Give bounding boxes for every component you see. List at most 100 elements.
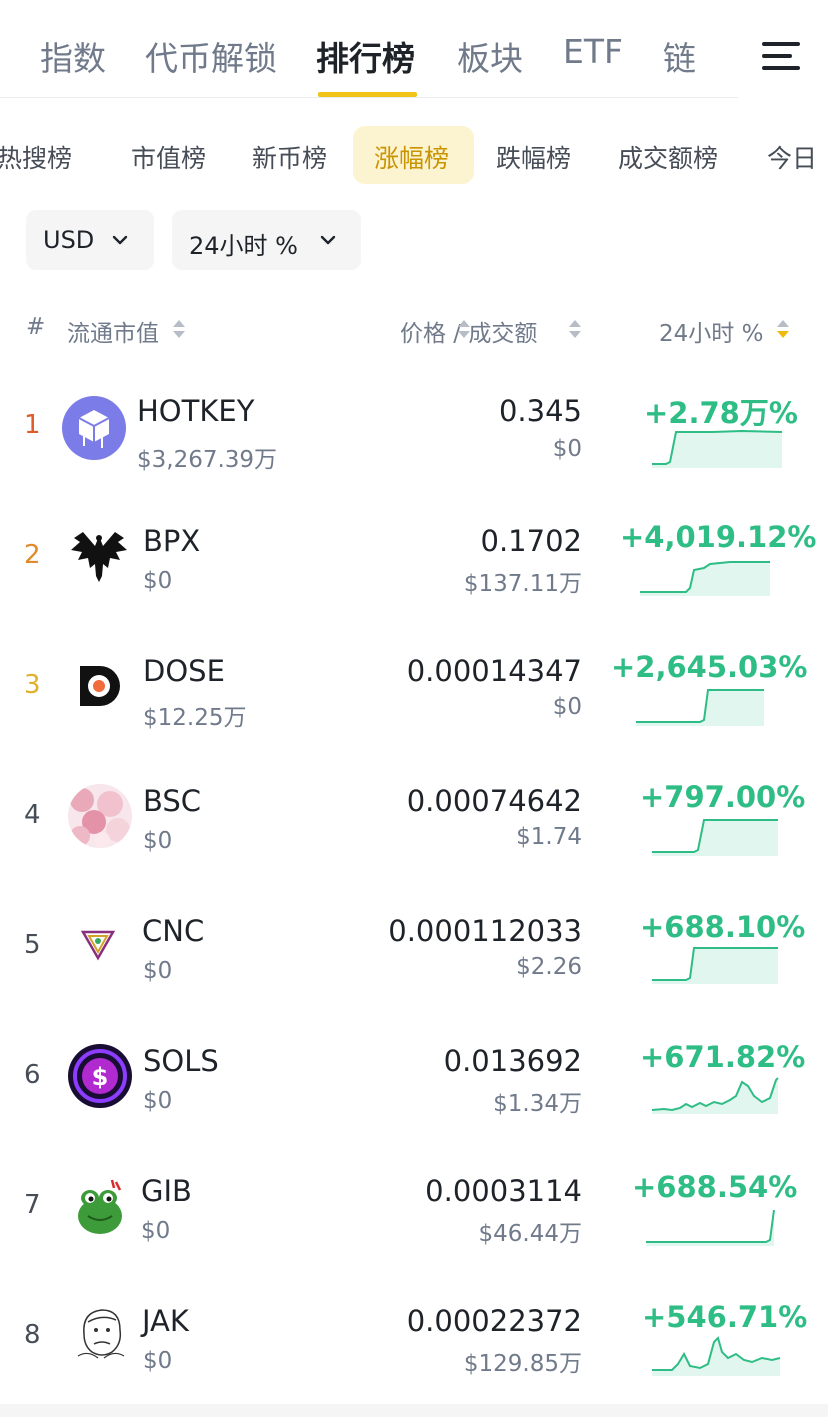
price: 0.013692 <box>443 1044 582 1078</box>
period-select[interactable]: 24小时 % <box>172 210 361 270</box>
sort-icon-active[interactable] <box>777 320 789 340</box>
table-row[interactable]: 8 JAK $0 0.00022372 $129.85万 +546.71% <box>0 1274 828 1404</box>
coin-symbol: BPX <box>143 524 201 558</box>
volume: $0 <box>552 436 582 462</box>
price: 0.00022372 <box>406 1304 582 1338</box>
volume: $129.85万 <box>463 1351 582 1377</box>
cnc-logo-icon <box>80 930 116 961</box>
subtab-gainers[interactable]: 涨幅榜 <box>374 139 449 175</box>
market-cap: $0 <box>143 1348 173 1374</box>
market-cap: $0 <box>143 828 173 854</box>
price: 0.00014347 <box>406 654 582 688</box>
volume: $2.26 <box>516 954 582 980</box>
sparkline-chart <box>636 689 764 726</box>
change-percent: +797.00% <box>640 780 806 814</box>
subtab-market-cap[interactable]: 市值榜 <box>131 139 206 175</box>
price: 0.0003114 <box>425 1174 582 1208</box>
sparkline-chart <box>652 1336 781 1376</box>
dose-logo-icon <box>80 666 120 706</box>
rank-number: 6 <box>24 1060 41 1090</box>
coin-symbol: DOSE <box>143 654 225 688</box>
price: 0.000112033 <box>388 914 582 948</box>
sols-logo-icon: $ <box>68 1044 132 1108</box>
menu-icon[interactable] <box>762 42 800 70</box>
coin-symbol: HOTKEY <box>137 394 255 428</box>
sparkline-chart <box>652 819 778 856</box>
tab-etf[interactable]: ETF <box>563 32 623 71</box>
subtab-losers[interactable]: 跌幅榜 <box>496 139 571 175</box>
table-row[interactable]: 7 GIB $0 0.0003114 $46.44万 +688.54% <box>0 1144 828 1274</box>
sort-icon[interactable] <box>458 320 470 340</box>
table-row[interactable]: 4 BSC $0 0.00074642 $1.74 +797.00% <box>0 754 828 884</box>
active-tab-indicator <box>318 92 417 97</box>
subtab-new-coins[interactable]: 新币榜 <box>252 139 327 175</box>
tab-sectors[interactable]: 板块 <box>457 32 523 80</box>
volume: $137.11万 <box>463 571 582 597</box>
table-row[interactable]: 1 HOTKEY $3,267.39万 0.345 $0 +2.78万% <box>0 364 828 494</box>
rank-number: 2 <box>24 540 41 570</box>
chevron-down-icon <box>320 235 336 245</box>
jak-face-logo-icon <box>77 1309 125 1359</box>
volume: $1.74 <box>516 824 582 850</box>
market-cap: $3,267.39万 <box>137 447 278 473</box>
tab-token-unlock[interactable]: 代币解锁 <box>145 32 277 80</box>
sparkline-chart <box>640 561 770 596</box>
tab-rankings[interactable]: 排行榜 <box>316 32 415 80</box>
bsc-logo-icon <box>68 784 132 848</box>
hotkey-logo-icon <box>62 396 126 460</box>
table-row[interactable]: 5 CNC $0 0.000112033 $2.26 +688.10% <box>0 884 828 1014</box>
svg-text:$: $ <box>92 1063 109 1091</box>
sparkline-chart <box>652 947 778 984</box>
gib-frog-logo-icon <box>78 1179 122 1234</box>
rank-number: 7 <box>24 1190 41 1220</box>
table-row[interactable]: 3 DOSE $12.25万 0.00014347 $0 +2,645.03% <box>0 624 828 754</box>
subtab-today[interactable]: 今日 <box>767 139 817 175</box>
market-cap: $0 <box>143 958 173 984</box>
subtab-volume[interactable]: 成交额榜 <box>618 139 718 175</box>
change-percent: +4,019.12% <box>620 520 817 554</box>
table-row[interactable]: 2 BPX $0 0.1702 $137.11万 +4,019.12% <box>0 494 828 624</box>
volume: $0 <box>552 694 582 720</box>
change-percent: +688.54% <box>632 1170 798 1204</box>
period-value: 24小时 % <box>189 232 298 260</box>
change-percent: +671.82% <box>640 1040 806 1074</box>
subtab-hot-search[interactable]: 热搜榜 <box>0 139 72 175</box>
sparkline-chart <box>651 1077 779 1114</box>
rank-number: 4 <box>24 800 41 830</box>
rank-number: 1 <box>24 410 41 440</box>
price: 0.1702 <box>480 524 582 558</box>
coin-symbol: BSC <box>143 784 202 818</box>
sort-icon[interactable] <box>569 320 581 340</box>
market-cap: $0 <box>141 1218 171 1244</box>
currency-select[interactable]: USD <box>26 210 154 270</box>
header-rank: # <box>26 314 46 340</box>
coin-symbol: SOLS <box>143 1044 219 1078</box>
rank-number: 5 <box>24 930 41 960</box>
volume: $1.34万 <box>493 1091 582 1117</box>
rank-number: 3 <box>24 670 41 700</box>
tab-index[interactable]: 指数 <box>40 32 106 80</box>
bpx-phoenix-logo-icon <box>71 532 127 582</box>
price: 0.00074642 <box>406 784 582 818</box>
header-24h-change[interactable]: 24小时 % <box>659 314 763 348</box>
sparkline-chart <box>646 1209 775 1246</box>
tab-chain[interactable]: 链 <box>663 32 696 80</box>
currency-value: USD <box>43 226 95 254</box>
change-percent: +2,645.03% <box>611 650 808 684</box>
price: 0.345 <box>498 394 582 428</box>
sort-icon[interactable] <box>173 320 185 340</box>
market-cap: $0 <box>143 568 173 594</box>
change-percent: +688.10% <box>640 910 806 944</box>
top-nav: 指数 代币解锁 排行榜 板块 ETF 链 <box>0 0 738 98</box>
volume: $46.44万 <box>478 1221 582 1247</box>
sparkline-chart <box>652 429 783 468</box>
table-row[interactable]: 6 $ SOLS $0 0.013692 $1.34万 +671.82% <box>0 1014 828 1144</box>
coin-symbol: GIB <box>141 1174 192 1208</box>
change-percent: +546.71% <box>642 1300 808 1334</box>
rank-number: 8 <box>24 1320 41 1350</box>
coin-symbol: JAK <box>142 1304 189 1338</box>
coin-symbol: CNC <box>142 914 205 948</box>
bottom-divider <box>0 1404 828 1417</box>
header-market-cap[interactable]: 流通市值 <box>67 314 159 348</box>
market-cap: $0 <box>143 1088 173 1114</box>
